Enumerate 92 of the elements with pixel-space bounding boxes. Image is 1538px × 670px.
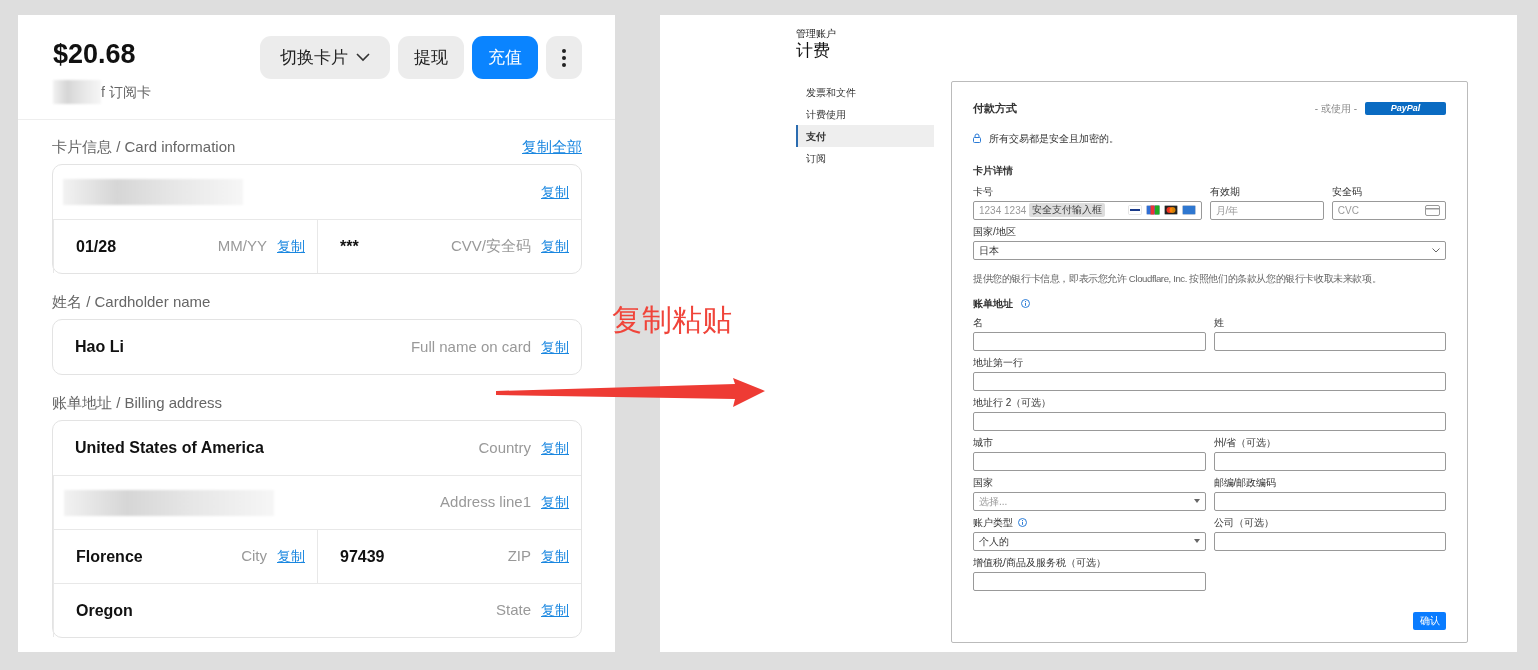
card-number-field[interactable]: 1234 1234 安全支付输入框 — [973, 200, 1202, 220]
sidebar-item[interactable]: 计费使用 — [796, 103, 934, 125]
field-value: Oregon — [76, 600, 133, 621]
confirm-button[interactable]: 确认 — [1413, 611, 1446, 630]
card-logo-icon — [1127, 205, 1142, 215]
field-label: 城市 — [973, 436, 993, 449]
select-field[interactable]: 选择... — [973, 491, 1206, 511]
input-field[interactable] — [973, 451, 1206, 471]
balance-amount: $20.68 — [53, 41, 137, 68]
section-title: 卡片详情 — [973, 163, 1014, 178]
info-icon — [1021, 298, 1030, 308]
security-code-field[interactable]: CVC — [1331, 200, 1446, 220]
field-label: 姓 — [1213, 316, 1224, 329]
copy-link[interactable]: 复制 — [541, 546, 569, 567]
input-field[interactable] — [973, 571, 1206, 591]
card-subtitle: f 订阅卡 — [101, 82, 151, 102]
field-hint: State — [495, 600, 531, 621]
field-label: 有效期 — [1209, 185, 1240, 198]
copy-link[interactable]: 复制 — [541, 437, 569, 459]
chevron-down-icon — [356, 53, 370, 62]
input-field[interactable] — [1213, 531, 1446, 551]
country-select[interactable]: 日本 — [973, 240, 1446, 260]
copy-link[interactable]: 复制 — [277, 236, 305, 257]
copy-link[interactable]: 复制 — [541, 600, 569, 621]
field-value: Hao Li — [75, 337, 124, 357]
input-field[interactable] — [973, 411, 1446, 431]
field-value: 01/28 — [76, 236, 117, 257]
tooltip: 安全支付输入框 — [1029, 203, 1106, 217]
annotation-label: 复制粘贴 — [612, 302, 732, 338]
card-logo-icon — [1163, 205, 1178, 215]
field-hint: Address line1 — [440, 492, 531, 513]
more-icon — [562, 48, 566, 67]
field-label: 安全码 — [1331, 185, 1362, 198]
field-label: 邮编/邮政编码 — [1213, 476, 1277, 489]
alternative-label: - 或使用 - — [1314, 101, 1357, 116]
field-value: 97439 — [340, 546, 385, 567]
copy-all-link[interactable]: 复制全部 — [522, 135, 582, 159]
withdraw-button[interactable]: 提现 — [398, 36, 464, 79]
card-logo-icon — [1145, 205, 1160, 215]
field-label: 账户类型 — [973, 516, 1013, 529]
section-title: 卡片信息 / Card information — [52, 136, 236, 157]
field-label: 国家/地区 — [973, 225, 1016, 238]
field-label: 地址第一行 — [973, 356, 1023, 369]
section-title: 账单地址 / Billing address — [52, 392, 223, 413]
field-hint: Full name on card — [410, 336, 531, 357]
dropdown-icon — [1193, 499, 1200, 504]
field-label: 名 — [973, 316, 983, 329]
lock-icon — [973, 133, 981, 143]
select-field[interactable]: 个人的 — [973, 531, 1206, 551]
chevron-down-icon — [1432, 247, 1440, 253]
field-value: Florence — [76, 546, 143, 567]
field-hint: City — [241, 546, 267, 567]
consent-text: 提供您的银行卡信息，即表示您允许 Cloudflare, Inc. 按照他们的条款从您的银行卡收取未来款项。 — [973, 271, 1383, 286]
input-field[interactable] — [1213, 491, 1446, 511]
copy-link[interactable]: 复制 — [541, 236, 569, 257]
breadcrumb: 管理账户 — [796, 28, 837, 40]
sidebar-item[interactable]: 发票和文件 — [796, 81, 934, 103]
input-field[interactable] — [1213, 451, 1446, 471]
sidebar-item[interactable]: 订阅 — [796, 147, 934, 169]
copy-link[interactable]: 复制 — [541, 492, 569, 513]
input-field[interactable] — [973, 331, 1206, 351]
input-field[interactable] — [1213, 331, 1446, 351]
more-button[interactable] — [546, 36, 582, 79]
field-hint: MM/YY — [217, 236, 267, 257]
copy-link[interactable]: 复制 — [541, 336, 569, 358]
field-label: 国家 — [973, 476, 993, 489]
section-title: 付款方式 — [973, 101, 1017, 116]
field-label: 增值税/商品及服务税（可选） — [973, 556, 1106, 569]
field-label: 卡号 — [973, 185, 993, 198]
dropdown-icon — [1193, 539, 1200, 544]
section-title: 账单地址 — [973, 296, 1013, 311]
field-value: *** — [340, 236, 359, 257]
card-logo-icon — [1181, 205, 1196, 215]
switch-card-button[interactable]: 切换卡片 — [260, 36, 390, 79]
card-icon — [1425, 204, 1440, 216]
copy-link[interactable]: 复制 — [277, 546, 305, 567]
field-value: United States of America — [75, 438, 264, 458]
security-note: 所有交易都是安全且加密的。 — [989, 131, 1119, 146]
field-hint: ZIP — [507, 546, 531, 567]
field-hint: Country — [478, 437, 531, 458]
field-label: 州/省（可选） — [1213, 436, 1277, 449]
field-label: 地址行 2（可选） — [973, 396, 1052, 409]
copy-link[interactable]: 复制 — [541, 181, 569, 203]
input-field[interactable] — [973, 371, 1446, 391]
section-title: 姓名 / Cardholder name — [52, 291, 211, 312]
top-up-button[interactable]: 充值 — [472, 36, 538, 79]
page-title: 计费 — [796, 40, 831, 62]
input-field[interactable]: 月/年 — [1209, 200, 1324, 220]
paypal-button[interactable]: PayPal — [1365, 101, 1446, 115]
sidebar-item[interactable]: 支付 — [796, 125, 934, 147]
field-label: 公司（可选） — [1213, 516, 1274, 529]
field-hint: CVV/安全码 — [451, 236, 531, 257]
